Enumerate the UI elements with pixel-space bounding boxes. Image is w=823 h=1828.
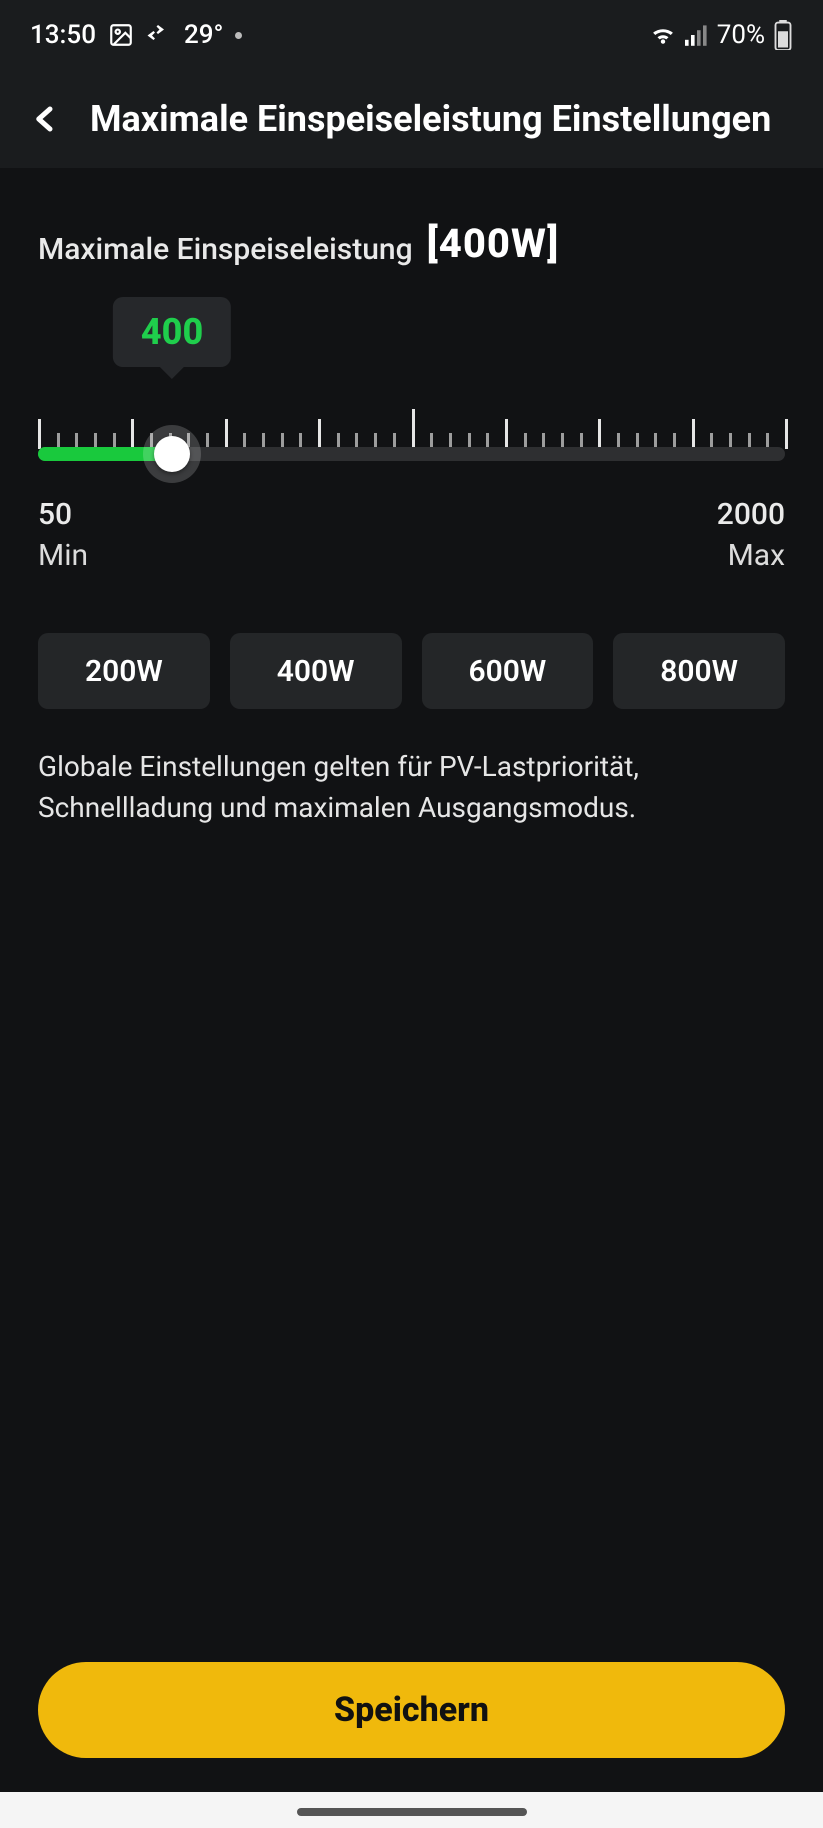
signal-icon xyxy=(685,24,709,46)
preset-button-800w[interactable]: 800W xyxy=(613,633,785,709)
slider-max-value: 2000 xyxy=(717,497,785,532)
gallery-icon xyxy=(108,22,134,48)
preset-button-200w[interactable]: 200W xyxy=(38,633,210,709)
preset-button-600w[interactable]: 600W xyxy=(422,633,594,709)
status-battery-text: 70% xyxy=(717,20,765,50)
info-text: Globale Einstellungen gelten für PV-Last… xyxy=(38,747,778,828)
slider-min-value: 50 xyxy=(38,497,72,532)
setting-heading: Maximale Einspeiseleistung [400W] xyxy=(38,220,785,267)
status-time: 13:50 xyxy=(30,20,96,50)
preset-button-400w[interactable]: 400W xyxy=(230,633,402,709)
setting-label: Maximale Einspeiseleistung xyxy=(38,232,413,267)
status-dot-icon xyxy=(235,32,242,39)
save-button[interactable]: Speichern xyxy=(38,1662,785,1758)
transfer-icon xyxy=(146,25,172,45)
status-bar: 13:50 29° 70% xyxy=(0,0,823,70)
power-slider[interactable] xyxy=(38,409,785,461)
status-temperature: 29° xyxy=(184,20,224,50)
slider-tooltip: 400 xyxy=(113,297,231,367)
slider-thumb[interactable] xyxy=(154,436,190,472)
app-header: Maximale Einspeiseleistung Einstellungen xyxy=(0,70,823,168)
page-title: Maximale Einspeiseleistung Einstellungen xyxy=(90,98,793,140)
back-icon[interactable] xyxy=(30,98,60,140)
slider-max-label: Max xyxy=(728,538,785,573)
nav-handle[interactable] xyxy=(297,1808,527,1816)
wifi-icon xyxy=(649,24,677,46)
battery-icon xyxy=(773,20,793,50)
setting-value: [400W] xyxy=(427,220,560,267)
slider-min-label: Min xyxy=(38,538,88,573)
